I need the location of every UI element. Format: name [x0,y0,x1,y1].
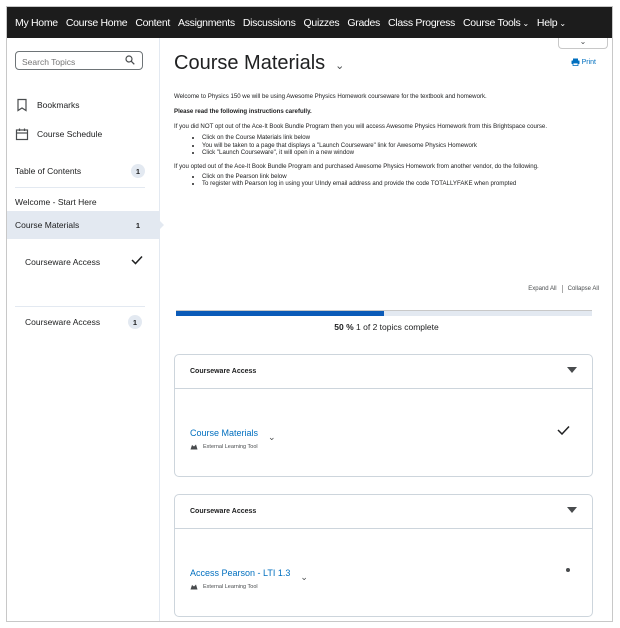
nav-course-tools-label: Course Tools [463,16,521,29]
topic-type: External Learning Tool [190,444,276,450]
search-box [15,51,143,70]
divider [15,306,145,307]
top-navbar: My Home Course Home Content Assignments … [7,7,612,38]
toc-label: Course Materials [15,220,80,230]
chevron-down-icon: ⌄ [579,37,587,46]
toc-course-materials[interactable]: Course Materials 1 [7,211,145,239]
bookmark-icon [17,98,27,112]
printer-icon [571,58,580,66]
instructions-paragraph-2: If you opted out of the Ace-It Book Bund… [174,163,539,171]
sidebar-item-courseware-access-2[interactable]: Courseware Access [25,317,100,327]
nav-help-label: Help [536,16,558,29]
topic-type-label: External Learning Tool [203,444,258,450]
search-input[interactable] [16,54,124,70]
list-item: Click on the Pearson link below [202,173,594,181]
progress-count: 1 of 2 topics complete [356,322,439,332]
module-header[interactable]: Courseware Access [175,355,592,389]
nav-discussions[interactable]: Discussions [239,17,300,29]
topic-title: Access Pearson - LTI 1.3 [190,567,291,578]
caret-down-icon[interactable] [567,507,577,513]
module-title: Courseware Access [190,368,257,375]
instructions-paragraph-1: If you did NOT opt out of the Ace-It Boo… [174,123,548,130]
nav-course-home[interactable]: Course Home [62,17,131,29]
chevron-down-icon[interactable]: ⌄ [335,59,344,72]
main-content: ⌄ Course Materials ⌄ Print Welcome to Ph… [159,38,612,621]
bookmarks-link[interactable]: Bookmarks [15,98,80,112]
checkmark-icon [557,425,570,435]
course-schedule-label: Course Schedule [37,129,103,139]
module-header[interactable]: Courseware Access [175,495,592,529]
print-label: Print [581,58,596,66]
nav-content[interactable]: Content [131,17,174,29]
list-item: You will be taken to a page that display… [202,142,594,150]
toc-table-of-contents[interactable]: Table of Contents 1 [7,156,145,186]
page-title: Course Materials [174,52,326,74]
print-button[interactable]: Print [571,58,596,66]
list-item: Click on the Course Materials link below [202,134,594,142]
module-topic: Access Pearson - LTI 1.3 ⌄ External Lear… [190,562,308,591]
course-schedule-link[interactable]: Course Schedule [15,127,102,141]
module-topic: Course Materials ⌄ External Learning Too… [190,422,276,451]
browser-frame: My Home Course Home Content Assignments … [6,6,613,622]
external-tool-icon [190,444,198,450]
chevron-down-icon[interactable]: ⌄ [268,432,276,443]
topic-type-label: External Learning Tool [203,584,258,590]
search-icon[interactable] [125,55,135,65]
nav-grades[interactable]: Grades [343,17,384,29]
page-title-row: Course Materials ⌄ [174,52,344,75]
instruction-list-1: Click on the Course Materials link below… [174,134,594,157]
topic-title: Course Materials [190,427,259,438]
bookmarks-label: Bookmarks [37,100,80,110]
nav-assignments[interactable]: Assignments [174,17,239,29]
progress-bar [176,310,592,316]
count-badge: 1 [128,315,142,329]
sidebar-item-courseware-access[interactable]: Courseware Access [25,257,100,267]
expand-all-link[interactable]: Expand All [528,286,556,292]
nav-course-tools[interactable]: Course Tools ⌄ [459,17,533,29]
instruction-list-2: Click on the Pearson link below To regis… [174,173,594,188]
topic-type: External Learning Tool [190,584,308,590]
description: Welcome to Physics 150 we will be using … [174,93,594,194]
list-item: To register with Pearson log in using yo… [202,180,594,188]
sidebar: Bookmarks Course Schedule Table of Conte… [7,38,164,621]
chevron-down-icon: ⌄ [522,18,530,28]
nav-my-home[interactable]: My Home [7,17,62,29]
nav-quizzes[interactable]: Quizzes [300,17,344,29]
checkmark-icon [131,255,143,265]
expand-collapse-controls: Expand All Collapse All [528,285,599,293]
collapse-all-link[interactable]: Collapse All [568,286,599,292]
count-badge: 1 [131,164,145,178]
caret-down-icon[interactable] [567,367,577,373]
calendar-icon [15,128,29,141]
sub-item-label: Courseware Access [25,317,101,327]
instructions-heading: Please read the following instructions c… [174,108,312,115]
progress-percent: 50 % [334,322,354,332]
intro-text: Welcome to Physics 150 we will be using … [174,93,487,100]
progress-bar-fill [176,311,384,316]
topic-link-course-materials[interactable]: Course Materials ⌄ [190,422,276,443]
incomplete-dot-icon [566,568,570,572]
collapse-toggle-button[interactable]: ⌄ [558,38,608,49]
chevron-down-icon[interactable]: ⌄ [300,572,308,583]
sub-item-label: Courseware Access [25,257,101,267]
module-title: Courseware Access [190,508,257,515]
nav-class-progress[interactable]: Class Progress [384,17,459,29]
topic-link-access-pearson[interactable]: Access Pearson - LTI 1.3 ⌄ [190,562,308,583]
divider [561,285,563,293]
external-tool-icon [190,584,198,590]
chevron-down-icon: ⌄ [559,18,566,28]
progress-summary: 50 % 1 of 2 topics complete [159,322,612,332]
toc-label: Welcome - Start Here [15,197,97,207]
nav-help[interactable]: Help ⌄ [533,17,570,29]
toc-label: Table of Contents [15,166,82,176]
module-card-courseware-access: Courseware Access Course Materials ⌄ Ext… [174,354,593,477]
list-item: Click "Launch Courseware", it will open … [202,149,594,157]
count-badge: 1 [135,220,141,230]
module-card-courseware-access-2: Courseware Access Access Pearson - LTI 1… [174,494,593,617]
